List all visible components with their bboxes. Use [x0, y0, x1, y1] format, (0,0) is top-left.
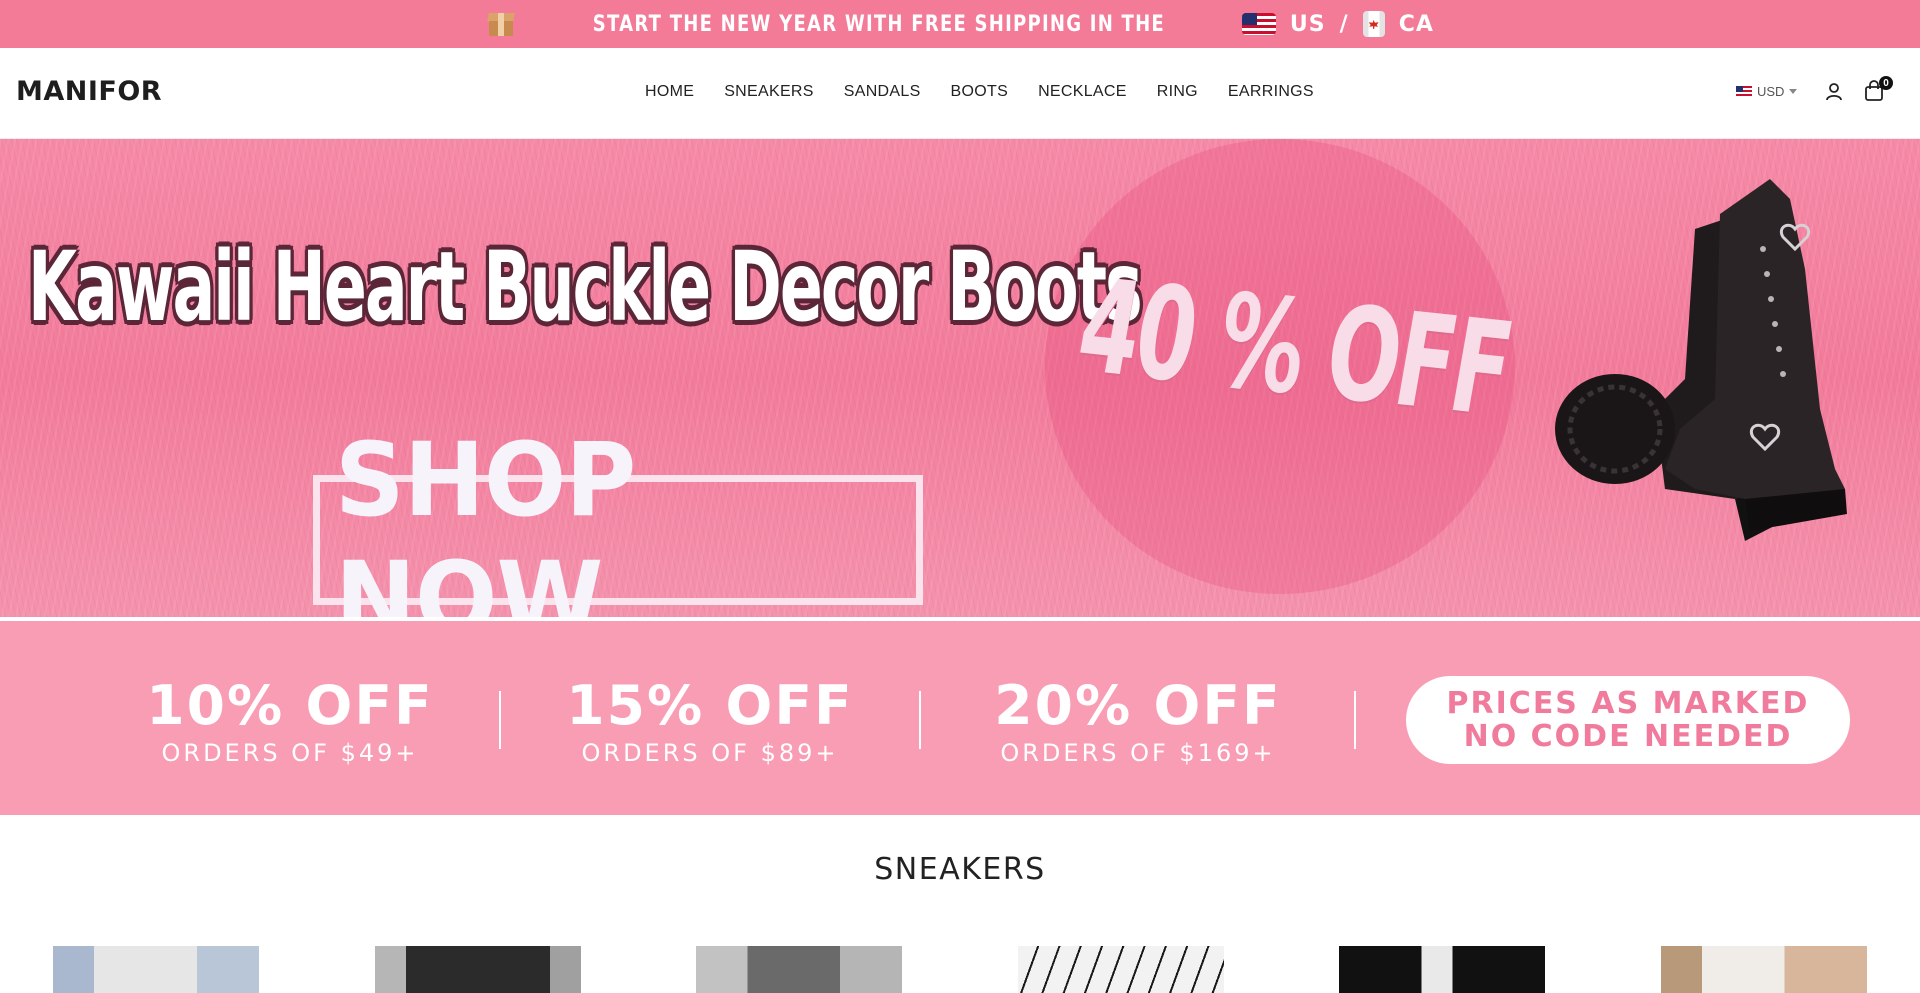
product-card-image[interactable]	[374, 946, 581, 993]
boots-product-image	[1555, 179, 1847, 541]
announcement-country-us: US	[1289, 11, 1326, 37]
package-icon	[486, 11, 516, 37]
promo-divider	[1354, 691, 1356, 749]
product-card-image[interactable]	[1660, 946, 1867, 993]
cart-count-badge: 0	[1879, 76, 1893, 90]
nav-item-home[interactable]: HOME	[645, 83, 694, 101]
announcement-text: START THE NEW YEAR WITH FREE SHIPPING IN…	[592, 11, 1166, 37]
hero-headline: Kawaii Heart Buckle Decor Boots	[28, 231, 1143, 343]
nav-item-ring[interactable]: RING	[1157, 83, 1198, 101]
canada-flag-icon	[1362, 11, 1385, 37]
us-flag-icon	[1241, 13, 1276, 35]
promo-tier-1: 10% OFF ORDERS OF $49+	[120, 679, 460, 768]
announcement-separator: /	[1339, 11, 1349, 37]
hero-banner[interactable]: Kawaii Heart Buckle Decor Boots 40 % OFF…	[0, 139, 1920, 617]
account-icon[interactable]	[1825, 82, 1843, 102]
nav-item-sneakers[interactable]: SNEAKERS	[724, 83, 814, 101]
promo-tier-2-condition: ORDERS OF $89+	[581, 739, 839, 767]
announcement-bar: START THE NEW YEAR WITH FREE SHIPPING IN…	[0, 0, 1920, 48]
no-code-badge: PRICES AS MARKED NO CODE NEEDED	[1406, 676, 1850, 764]
product-grid	[53, 946, 1867, 993]
site-logo[interactable]: MANIFOR	[16, 76, 162, 107]
no-code-line-2: NO CODE NEEDED	[1463, 719, 1793, 754]
us-flag-icon	[1736, 86, 1752, 97]
shop-now-label: SHOP NOW	[334, 421, 636, 617]
promo-divider	[499, 691, 501, 749]
promo-tier-2: 15% OFF ORDERS OF $89+	[540, 679, 880, 768]
product-card-image[interactable]	[1339, 946, 1546, 993]
promo-tier-2-discount: 15% OFF	[566, 674, 854, 737]
nav-item-sandals[interactable]: SANDALS	[844, 83, 921, 101]
shop-now-button[interactable]: SHOP NOW	[313, 421, 923, 617]
main-nav: HOME SNEAKERS SANDALS BOOTS NECKLACE RIN…	[645, 83, 1314, 101]
promo-tier-3-condition: ORDERS OF $169+	[1000, 739, 1276, 767]
no-code-line-1: PRICES AS MARKED	[1446, 686, 1810, 721]
promo-divider	[919, 691, 921, 749]
product-card-image[interactable]	[1017, 946, 1224, 993]
announcement-country-ca: CA	[1398, 11, 1434, 37]
product-card-image[interactable]	[53, 946, 259, 993]
promo-tier-3-discount: 20% OFF	[994, 674, 1282, 737]
chevron-down-icon	[1789, 89, 1798, 94]
currency-label: USD	[1757, 84, 1785, 99]
promo-tier-1-discount: 10% OFF	[146, 674, 434, 737]
nav-item-earrings[interactable]: EARRINGS	[1228, 83, 1314, 101]
promo-strip: 10% OFF ORDERS OF $49+ 15% OFF ORDERS OF…	[0, 619, 1920, 815]
section-title-sneakers: SNEAKERS	[874, 852, 1046, 887]
currency-selector[interactable]: USD	[1736, 84, 1798, 99]
promo-tier-1-condition: ORDERS OF $49+	[161, 739, 419, 767]
nav-item-boots[interactable]: BOOTS	[951, 83, 1009, 101]
promo-tier-3: 20% OFF ORDERS OF $169+	[968, 679, 1308, 768]
nav-item-necklace[interactable]: NECKLACE	[1038, 83, 1127, 101]
site-header: MANIFOR HOME SNEAKERS SANDALS BOOTS NECK…	[0, 48, 1920, 139]
product-card-image[interactable]	[696, 946, 903, 993]
